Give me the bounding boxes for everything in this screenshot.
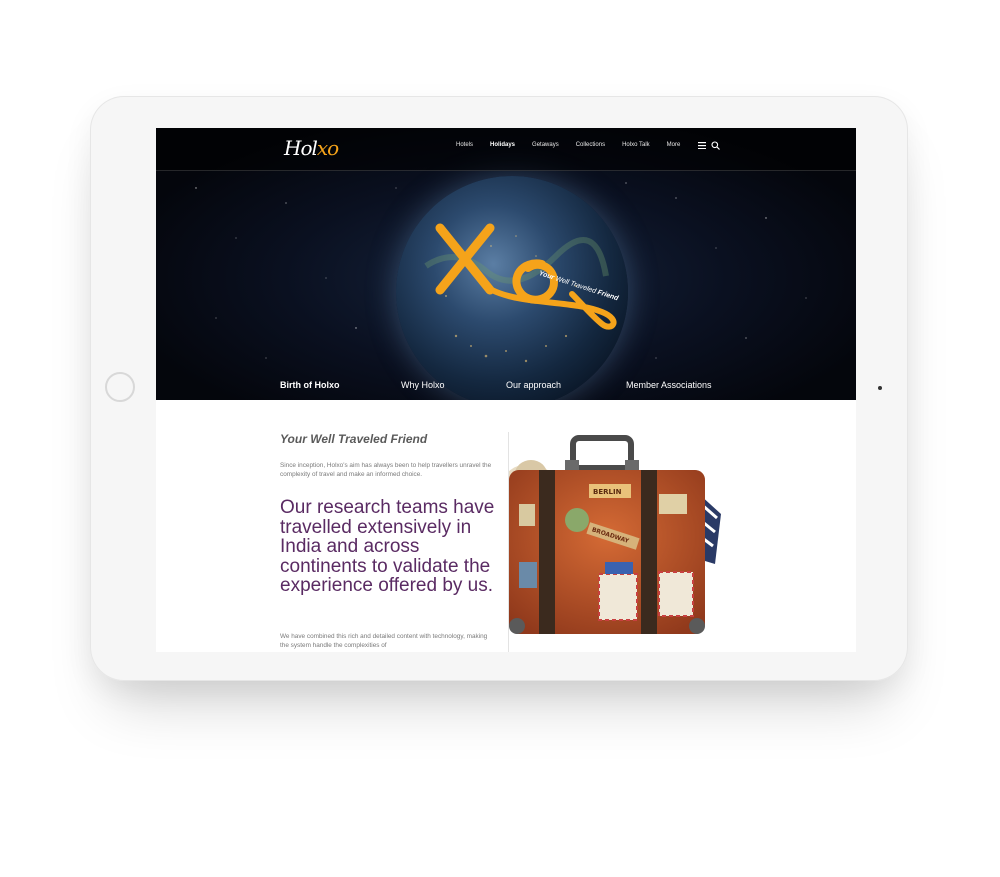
nav-item-more[interactable]: More <box>667 142 681 148</box>
tab-member-associations[interactable]: Member Associations <box>626 380 712 390</box>
hero-tab-bar: Birth of Holxo Why Holxo Our approach Me… <box>156 374 856 400</box>
holxo-logo[interactable]: Holxo <box>284 136 339 160</box>
hero-banner: Your Well Traveled Friend Holxo Hotels H… <box>156 128 856 400</box>
nav-menu: Hotels Holidays Getaways Collections Hol… <box>456 142 697 148</box>
headline-text: Our research teams have travelled extens… <box>280 497 495 596</box>
body-text: We have combined this rich and detailed … <box>280 633 488 649</box>
section-title: Your Well Traveled Friend <box>280 432 428 446</box>
intro-text: Since inception, Holxo's aim has always … <box>280 462 492 478</box>
tab-birth-of-holxo[interactable]: Birth of Holxo <box>280 380 340 390</box>
camera-dot <box>878 386 882 390</box>
top-navbar: Holxo Hotels Holidays Getaways Collectio… <box>156 128 856 171</box>
sticker-berlin: BERLIN <box>593 488 622 496</box>
content-section: Your Well Traveled Friend Since inceptio… <box>156 400 856 652</box>
nav-item-hotels[interactable]: Hotels <box>456 142 473 148</box>
nav-item-holidays[interactable]: Holidays <box>490 142 515 148</box>
logo-accent: xo <box>316 136 339 160</box>
nav-item-holxo-talk[interactable]: Holxo Talk <box>622 142 650 148</box>
tablet-frame: Your Well Traveled Friend Holxo Hotels H… <box>90 96 908 681</box>
screen: Your Well Traveled Friend Holxo Hotels H… <box>156 128 856 652</box>
nav-item-collections[interactable]: Collections <box>576 142 605 148</box>
nav-item-getaways[interactable]: Getaways <box>532 142 559 148</box>
tab-why-holxo[interactable]: Why Holxo <box>401 380 445 390</box>
hamburger-icon[interactable] <box>698 142 706 149</box>
suitcase-image: BERLIN BROADWAY <box>509 435 721 634</box>
xo-logo-mark <box>435 223 617 330</box>
home-button[interactable] <box>105 372 135 402</box>
tab-our-approach[interactable]: Our approach <box>506 380 561 390</box>
logo-text: Hol <box>284 136 318 160</box>
search-icon[interactable] <box>711 141 720 150</box>
